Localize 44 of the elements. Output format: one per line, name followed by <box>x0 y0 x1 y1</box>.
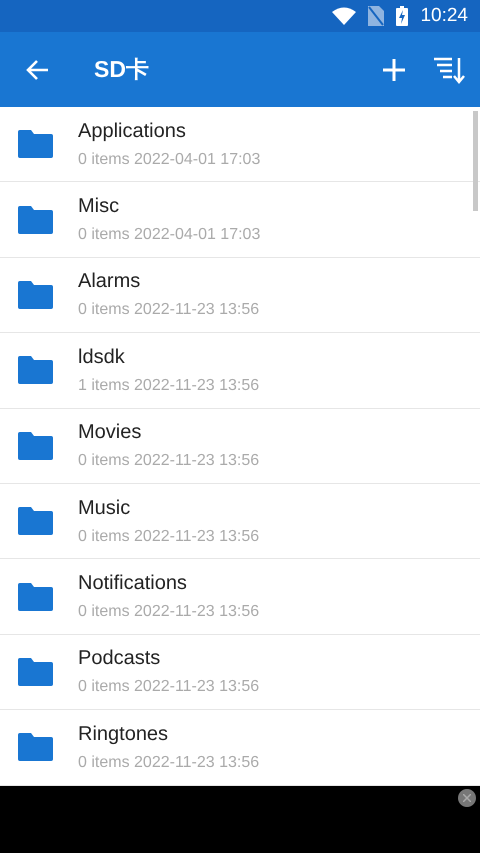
folder-row[interactable]: Notifications 0 items 2022-11-23 13:56 <box>0 559 480 634</box>
folder-icon <box>18 507 53 536</box>
folder-row[interactable]: Alarms 0 items 2022-11-23 13:56 <box>0 258 480 332</box>
folder-icon <box>18 206 53 234</box>
folder-icon <box>18 658 53 686</box>
folder-row[interactable]: Applications 0 items 2022-04-01 17:03 <box>0 107 480 182</box>
folder-details: 0 items 2022-04-01 17:03 <box>78 150 260 169</box>
folder-name: Music <box>78 496 132 520</box>
folder-name: Notifications <box>78 572 188 596</box>
folder-name: Applications <box>78 120 187 143</box>
folder-row[interactable]: Movies 0 items 2022-11-23 13:56 <box>0 408 480 483</box>
folder-name: Alarms <box>78 270 142 294</box>
folder-details: 0 items 2022-04-01 17:03 <box>78 226 260 244</box>
wifi-icon <box>332 7 356 25</box>
folder-icon <box>18 130 53 158</box>
folder-name: Ringtones <box>78 722 170 746</box>
scrollbar[interactable] <box>473 111 478 211</box>
folder-details: 0 items 2022-11-23 13:56 <box>78 678 260 696</box>
close-icon <box>463 794 471 802</box>
folder-name: Movies <box>78 421 142 444</box>
folder-details: 1 items 2022-11-23 13:56 <box>78 376 260 395</box>
folder-icon <box>18 582 53 611</box>
folder-details: 0 items 2022-11-23 13:56 <box>78 452 260 470</box>
folder-icon <box>18 432 53 460</box>
folder-details: 0 items 2022-11-23 13:56 <box>78 603 260 622</box>
folder-row[interactable]: Ringtones 0 items 2022-11-23 13:56 <box>0 710 480 785</box>
folder-row[interactable]: Podcasts 0 items 2022-11-23 13:56 <box>0 634 480 710</box>
folder-row[interactable]: ldsdk 1 items 2022-11-23 13:56 <box>0 333 480 408</box>
status-time: 10:24 <box>420 5 468 27</box>
folder-icon <box>18 356 53 384</box>
close-button[interactable] <box>458 789 476 807</box>
folder-icon <box>18 733 53 762</box>
folder-row[interactable]: Music 0 items 2022-11-23 13:56 <box>0 484 480 558</box>
folder-name: Misc <box>78 195 120 218</box>
folder-name: Podcasts <box>78 647 162 670</box>
battery-charging-icon <box>396 6 408 26</box>
folder-details: 0 items 2022-11-23 13:56 <box>78 754 260 772</box>
folder-icon <box>18 280 53 309</box>
folder-name: ldsdk <box>78 346 126 369</box>
folder-details: 0 items 2022-11-23 13:56 <box>78 301 260 320</box>
folder-details: 0 items 2022-11-23 13:56 <box>78 528 260 546</box>
folder-row[interactable]: Misc 0 items 2022-04-01 17:03 <box>0 182 480 257</box>
toolbar-title: SD卡 <box>94 55 150 84</box>
no-sim-icon <box>368 6 384 26</box>
